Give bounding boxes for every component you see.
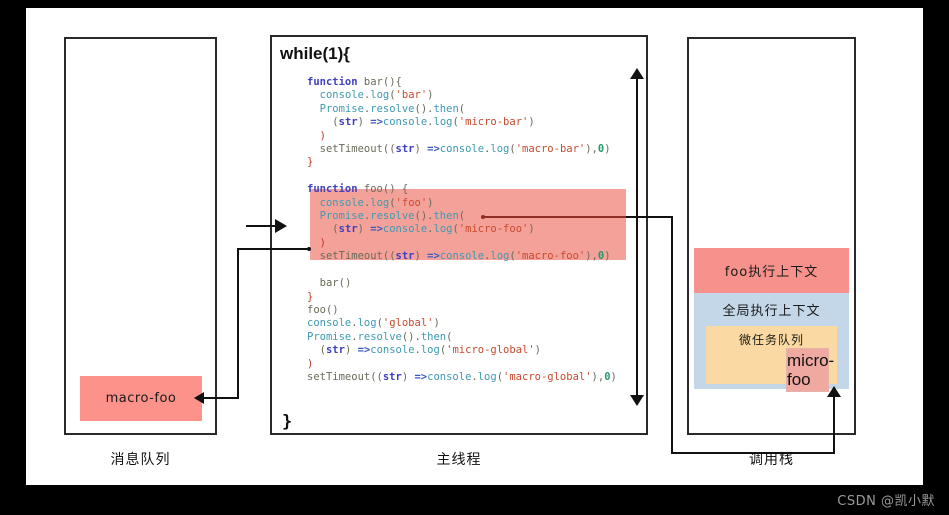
exec-pointer-head bbox=[275, 219, 287, 233]
microtask-path-top bbox=[626, 216, 673, 218]
diagram-stage: macro-foo 消息队列 while(1){ function bar(){… bbox=[0, 0, 949, 515]
region-label-message-queue: 消息队列 bbox=[110, 452, 171, 468]
macro-foo-path-head bbox=[194, 392, 204, 404]
macro-foo-path-bottom bbox=[204, 397, 239, 399]
call-stack-frame-foo: foo执行上下文 bbox=[694, 248, 849, 293]
promise-annotation-dot bbox=[481, 215, 485, 219]
microtask-path-bottom bbox=[671, 452, 835, 454]
diagram-canvas: macro-foo 消息队列 while(1){ function bar(){… bbox=[26, 8, 923, 485]
microtask-item-label: micro- foo bbox=[787, 351, 835, 389]
microtask-path-down bbox=[671, 216, 673, 454]
call-stack-frame-global-label: 全局执行上下文 bbox=[722, 304, 821, 319]
main-thread-code: function bar(){ console.log('bar') Promi… bbox=[307, 76, 617, 383]
macro-foo-task: macro-foo bbox=[80, 376, 202, 421]
event-loop-arrow-shaft bbox=[636, 75, 638, 402]
while-loop-close: } bbox=[282, 412, 293, 432]
event-loop-arrow-head-down bbox=[630, 395, 644, 406]
microtask-queue-label: 微任务队列 bbox=[738, 333, 804, 347]
watermark: CSDN @凯小默 bbox=[837, 494, 935, 509]
while-loop-open: while(1){ bbox=[280, 44, 350, 63]
microtask-path-head bbox=[827, 386, 841, 397]
event-loop-arrow-head-up bbox=[630, 68, 644, 79]
microtask-path-up bbox=[833, 396, 835, 454]
exec-pointer-shaft bbox=[246, 225, 276, 227]
macro-foo-path-top bbox=[237, 248, 309, 250]
region-label-main-thread: 主线程 bbox=[436, 452, 482, 468]
macro-foo-path-down bbox=[237, 248, 239, 399]
